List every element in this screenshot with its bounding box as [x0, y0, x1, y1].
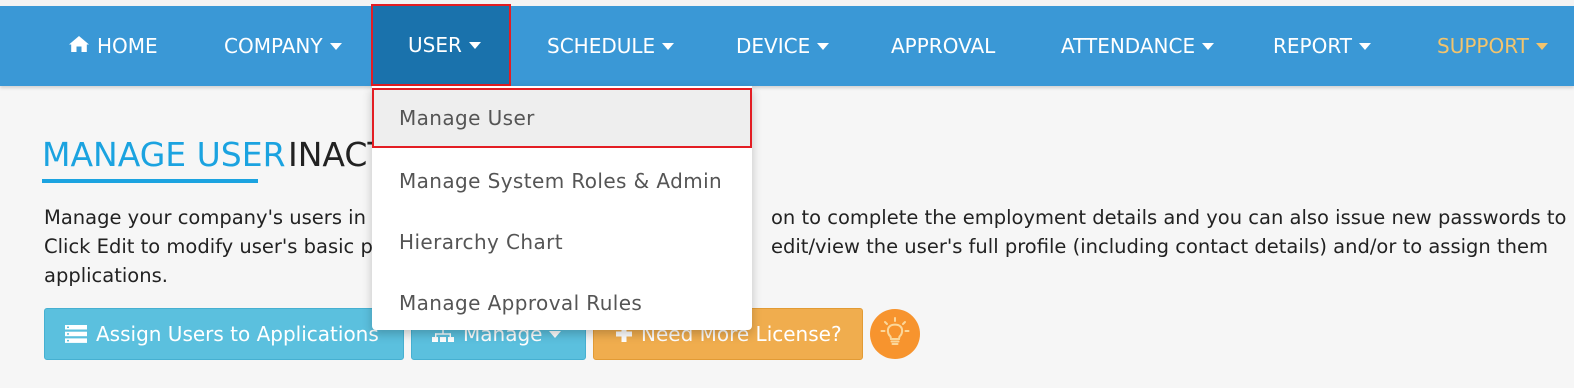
- nav-report-label: REPORT: [1273, 34, 1352, 58]
- nav-user-inner: USER: [408, 4, 481, 86]
- nav-device[interactable]: DEVICE: [736, 6, 830, 86]
- description-line1-left: Manage your company's users in: [44, 206, 366, 229]
- tips-button[interactable]: [870, 309, 920, 359]
- nav-user-label: USER: [408, 33, 462, 57]
- menu-item-manage-user[interactable]: Manage User: [372, 88, 752, 148]
- nav-attendance-label: ATTENDANCE: [1061, 34, 1196, 58]
- nav-home-label: HOME: [97, 34, 158, 58]
- home-icon: [68, 34, 90, 58]
- nav-schedule-label: SCHEDULE: [547, 34, 656, 58]
- assign-users-label: Assign Users to Applications: [96, 322, 379, 346]
- caret-down-icon: [1535, 42, 1548, 50]
- nav-attendance[interactable]: ATTENDANCE: [1061, 6, 1215, 86]
- user-dropdown-menu: Manage User Manage System Roles & Admin …: [372, 86, 752, 330]
- description-line2-left: Click Edit to modify user's basic p: [44, 235, 373, 258]
- list-icon: [65, 325, 87, 343]
- description-line2-right: edit/view the user's full profile (inclu…: [771, 235, 1548, 258]
- nav-support[interactable]: SUPPORT: [1437, 6, 1548, 86]
- tab-active-underline: [42, 179, 258, 183]
- description-line3: applications.: [44, 264, 168, 287]
- nav-report[interactable]: REPORT: [1273, 6, 1371, 86]
- nav-approval[interactable]: APPROVAL: [891, 6, 995, 86]
- caret-down-icon: [817, 42, 830, 50]
- caret-down-icon: [662, 42, 675, 50]
- nav-home[interactable]: HOME: [68, 6, 158, 86]
- nav-device-label: DEVICE: [736, 34, 811, 58]
- nav-user[interactable]: USER: [371, 4, 511, 86]
- nav-schedule[interactable]: SCHEDULE: [547, 6, 675, 86]
- nav-company[interactable]: COMPANY: [224, 6, 342, 86]
- nav-approval-label: APPROVAL: [891, 34, 996, 58]
- lightbulb-icon: [878, 315, 912, 353]
- assign-users-button[interactable]: Assign Users to Applications: [44, 308, 404, 360]
- caret-down-icon: [468, 41, 481, 49]
- caret-down-icon: [1202, 42, 1215, 50]
- menu-item-hierarchy-chart[interactable]: Hierarchy Chart: [372, 212, 752, 272]
- description-line1-right: on to complete the employment details an…: [771, 206, 1567, 229]
- nav-support-label: SUPPORT: [1437, 34, 1529, 58]
- nav-company-label: COMPANY: [224, 34, 323, 58]
- caret-down-icon: [1359, 42, 1371, 50]
- menu-item-manage-approval-rules[interactable]: Manage Approval Rules: [372, 273, 752, 333]
- menu-item-manage-system-roles[interactable]: Manage System Roles & Admin: [372, 151, 752, 211]
- caret-down-icon: [329, 42, 342, 50]
- main-navbar: HOME COMPANY SCHEDULE DEVICE APPROVAL AT…: [0, 6, 1574, 86]
- tab-manage-user[interactable]: MANAGE USER: [42, 135, 286, 174]
